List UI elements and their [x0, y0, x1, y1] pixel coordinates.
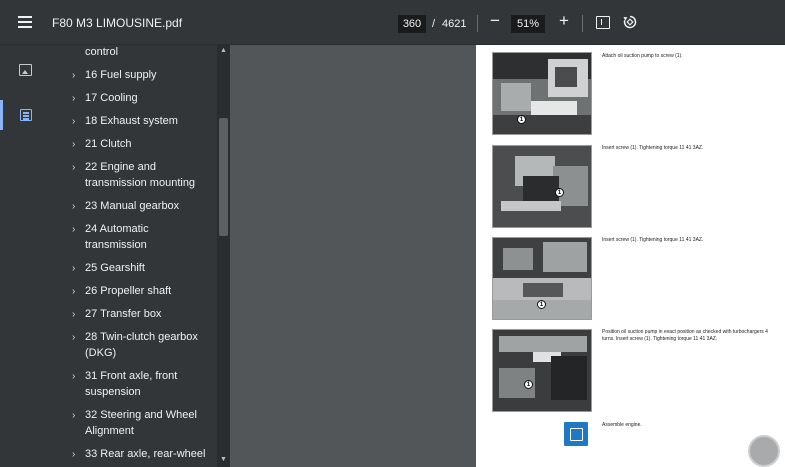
outline-item-label: 25 Gearshift: [85, 262, 145, 274]
chevron-right-icon[interactable]: ›: [72, 222, 75, 238]
chevron-right-icon[interactable]: ›: [72, 284, 75, 300]
active-indicator: [0, 100, 3, 130]
outline-item-label: 26 Propeller shaft: [85, 285, 172, 297]
outline-item-label: 27 Transfer box: [85, 308, 162, 320]
fit-to-page-icon[interactable]: [596, 16, 610, 29]
step-text: Assemble engine.: [602, 422, 642, 428]
outline-item-label: 28 Twin-clutch gearbox (DKG): [85, 331, 198, 359]
step-photo: 1: [492, 52, 592, 135]
chevron-right-icon[interactable]: ›: [72, 330, 75, 346]
outline-item-label: 31 Front axle, front suspension: [85, 370, 178, 398]
step-photo: 1: [492, 145, 592, 228]
outline-item-label: 24 Automatic transmission: [85, 223, 149, 251]
pdf-toolbar: F80 M3 LIMOUSINE.pdf 360 / 4621 − 51% +: [0, 0, 785, 45]
total-pages: 4621: [442, 18, 467, 30]
rotate-icon[interactable]: [622, 14, 638, 30]
step-photo: 1: [492, 237, 592, 320]
chevron-right-icon[interactable]: ›: [72, 408, 75, 424]
step-text: Attach oil suction pump to screw (1).: [602, 53, 683, 59]
document-outline: control › 16 Fuel supply › 17 Cooling › 18 Exh…: [54, 45, 217, 467]
outline-item-label: 23 Manual gearbox: [85, 200, 180, 212]
chevron-right-icon[interactable]: ›: [72, 261, 75, 277]
outline-scrollbar[interactable]: [217, 45, 230, 467]
step-text: Insert screw (1). Tightening torque 11 4…: [602, 237, 704, 243]
page-separator: /: [432, 18, 436, 30]
pdf-page: 1 Attach oil suction pump to screw (1). …: [476, 45, 785, 467]
outline-item-label: 32 Steering and Wheel Alignment: [85, 409, 197, 437]
toolbar-divider: [582, 15, 583, 32]
chevron-right-icon[interactable]: ›: [72, 91, 75, 107]
thumbnails-icon[interactable]: [19, 64, 32, 76]
chevron-right-icon[interactable]: ›: [72, 137, 75, 153]
chevron-right-icon[interactable]: ›: [72, 68, 75, 84]
outline-item-label: 33 Rear axle, rear-wheel: [85, 448, 206, 460]
outline-item-label: control: [85, 46, 119, 58]
menu-icon[interactable]: [18, 16, 32, 28]
outline-item-label: 17 Cooling: [85, 92, 138, 104]
chevron-right-icon[interactable]: ›: [72, 307, 75, 323]
page-number-input[interactable]: 360: [398, 15, 426, 33]
zoom-in-button[interactable]: +: [557, 11, 571, 31]
floating-action-button[interactable]: [748, 435, 780, 467]
step-photo: 1: [492, 329, 592, 412]
chevron-right-icon[interactable]: ›: [72, 447, 75, 463]
outline-icon[interactable]: [20, 109, 32, 121]
outline-item-label: 16 Fuel supply: [85, 69, 157, 81]
zoom-out-button[interactable]: −: [488, 11, 502, 31]
sidebar-rail: [0, 45, 54, 467]
chevron-right-icon[interactable]: ›: [72, 114, 75, 130]
outline-item-label: 22 Engine and transmission mounting: [85, 161, 196, 189]
chevron-right-icon[interactable]: ›: [72, 199, 75, 215]
step-text: Insert screw (1). Tightening torque 11 4…: [602, 145, 704, 151]
scroll-down-button[interactable]: ▼: [217, 455, 230, 465]
step-text: Position oil suction pump in exact posit…: [602, 329, 768, 342]
outline-item-label: 18 Exhaust system: [85, 115, 178, 127]
scroll-up-button[interactable]: ▲: [217, 46, 230, 56]
zoom-input[interactable]: 51%: [511, 15, 545, 33]
chevron-right-icon[interactable]: ›: [72, 369, 75, 385]
outline-item-label: 21 Clutch: [85, 138, 132, 150]
chevron-right-icon[interactable]: ›: [72, 160, 75, 176]
note-icon: [564, 422, 588, 446]
scroll-thumb[interactable]: [219, 118, 228, 236]
toolbar-divider: [477, 15, 478, 32]
document-title: F80 M3 LIMOUSINE.pdf: [52, 16, 183, 30]
